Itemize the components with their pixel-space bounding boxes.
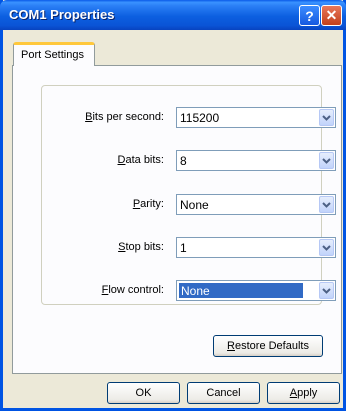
parity-select[interactable]: None: [176, 194, 336, 215]
chevron-down-icon[interactable]: [319, 282, 334, 299]
button-mnemonic: R: [227, 340, 235, 352]
ok-button[interactable]: OK: [107, 382, 180, 404]
label-text: top bits:: [125, 241, 164, 253]
chevron-down-icon[interactable]: [319, 196, 334, 213]
tab-panel: Bits per second: 115200 Data bits: 8 Par…: [12, 65, 342, 374]
chevron-down-icon[interactable]: [319, 239, 334, 256]
stop-bits-label: Stop bits:: [54, 241, 164, 253]
button-mnemonic: A: [289, 387, 298, 399]
flow-control-label: Flow control:: [54, 284, 164, 296]
data-bits-label: Data bits:: [54, 154, 164, 166]
label-text: arity:: [140, 198, 164, 210]
button-label: estore Defaults: [234, 340, 309, 352]
bits-per-second-value: 115200: [180, 111, 220, 125]
bits-per-second-label: Bits per second:: [54, 111, 164, 123]
close-button[interactable]: ✕: [321, 5, 342, 26]
chevron-down-icon[interactable]: [319, 152, 334, 169]
label-text: ata bits:: [125, 154, 164, 166]
button-label: pply: [297, 387, 318, 399]
port-settings-group: Bits per second: 115200 Data bits: 8 Par…: [41, 85, 336, 305]
help-button[interactable]: ?: [299, 5, 320, 26]
label-text: low control:: [108, 284, 164, 296]
chevron-down-icon[interactable]: [319, 109, 334, 126]
data-bits-value: 8: [180, 154, 187, 168]
stop-bits-value: 1: [180, 241, 187, 255]
window-title: COM1 Properties: [9, 7, 115, 22]
bits-per-second-select[interactable]: 115200: [176, 107, 336, 128]
tab-port-settings[interactable]: Port Settings: [13, 42, 95, 66]
flow-control-select[interactable]: None: [176, 280, 336, 301]
parity-label: Parity:: [54, 198, 164, 210]
apply-button[interactable]: Apply: [267, 382, 340, 404]
cancel-button[interactable]: Cancel: [187, 382, 260, 404]
stop-bits-select[interactable]: 1: [176, 237, 336, 258]
title-bar[interactable]: COM1 Properties ? ✕: [0, 0, 346, 30]
data-bits-select[interactable]: 8: [176, 150, 336, 171]
flow-control-value: None: [179, 283, 303, 298]
parity-value: None: [180, 198, 209, 212]
tab-label: Port Settings: [21, 49, 84, 61]
properties-dialog: COM1 Properties ? ✕ Port Settings Bits p…: [0, 0, 346, 411]
restore-defaults-button[interactable]: Restore Defaults: [213, 335, 323, 357]
label-text: its per second:: [92, 111, 164, 123]
